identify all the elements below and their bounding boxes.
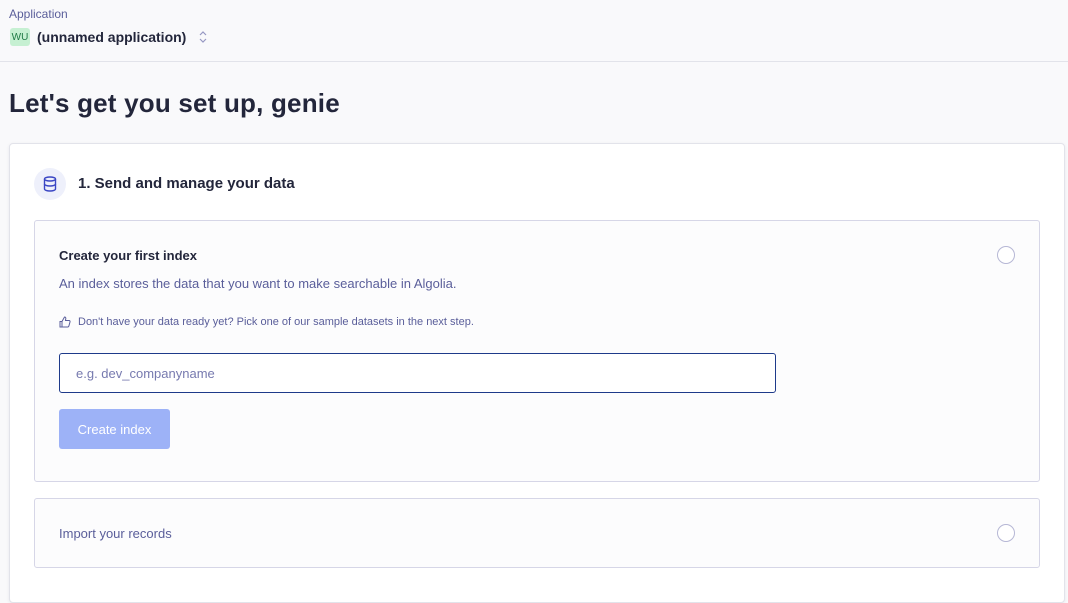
index-name-input[interactable] [59, 353, 776, 393]
application-badge: WU [10, 28, 30, 46]
step-status-circle [997, 246, 1015, 264]
chevron-up-down-icon [198, 29, 208, 45]
page-title: Let's get you set up, genie [9, 88, 340, 118]
application-name: (unnamed application) [37, 29, 187, 45]
section-title: 1. Send and manage your data [78, 175, 295, 192]
application-selector[interactable]: WU (unnamed application) [10, 27, 208, 47]
database-icon [34, 168, 66, 200]
setup-card: 1. Send and manage your data Create your… [9, 143, 1065, 603]
step-status-circle [997, 524, 1015, 542]
import-records-title: Import your records [59, 526, 172, 541]
application-label: Application [9, 7, 68, 21]
create-index-description: An index stores the data that you want t… [59, 276, 457, 291]
tip-text: Don't have your data ready yet? Pick one… [78, 316, 474, 328]
import-records-step[interactable]: Import your records [34, 498, 1040, 568]
create-index-button[interactable]: Create index [59, 409, 170, 449]
sample-dataset-tip: Don't have your data ready yet? Pick one… [59, 316, 474, 328]
create-index-title: Create your first index [59, 248, 197, 263]
thumbs-up-icon [59, 316, 71, 328]
create-index-step: Create your first index An index stores … [34, 220, 1040, 482]
app-header: Application WU (unnamed application) [0, 0, 1068, 62]
